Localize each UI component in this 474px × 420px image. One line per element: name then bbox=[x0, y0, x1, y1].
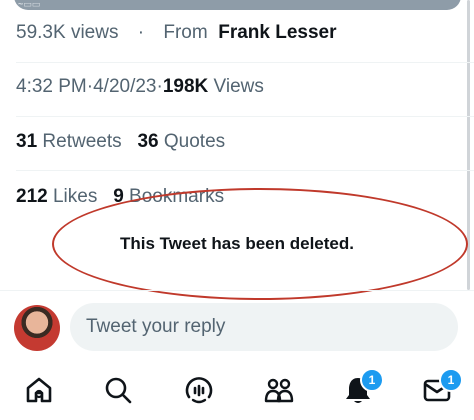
divider bbox=[16, 170, 474, 171]
home-icon bbox=[26, 377, 52, 403]
divider bbox=[16, 116, 474, 117]
total-views-label: Views bbox=[213, 76, 264, 97]
retweets-label: Retweets bbox=[42, 131, 122, 152]
messages-badge: 1 bbox=[439, 368, 463, 392]
spaces-icon bbox=[185, 377, 213, 404]
media-overlay-glyph: ~▭▭ bbox=[18, 0, 41, 9]
views-label: views bbox=[70, 22, 119, 43]
quotes-label: Quotes bbox=[163, 131, 226, 152]
notifications-tab[interactable]: 1 bbox=[342, 368, 384, 406]
likes-count: 212 bbox=[16, 186, 48, 207]
communities-tab[interactable] bbox=[263, 374, 295, 406]
communities-icon bbox=[264, 378, 294, 403]
views-from-row: 59.3K views · From Frank Lesser bbox=[16, 22, 458, 44]
engagement-row: 31 Retweets 36 Quotes bbox=[16, 131, 458, 153]
avatar[interactable] bbox=[14, 305, 60, 351]
views-count: 59.3K bbox=[16, 22, 66, 43]
search-icon bbox=[105, 377, 132, 404]
tweet-media-preview[interactable]: ~▭▭ bbox=[14, 0, 461, 10]
likes-label: Likes bbox=[52, 186, 98, 207]
home-tab[interactable] bbox=[23, 374, 55, 406]
timestamp-row: 4:32 PM·4/20/23·198K Views bbox=[16, 76, 458, 98]
tweet-deleted-message: This Tweet has been deleted. bbox=[120, 234, 354, 253]
spaces-tab[interactable] bbox=[183, 374, 215, 406]
reply-input[interactable] bbox=[70, 303, 458, 351]
likes-link[interactable]: 212 Likes bbox=[16, 186, 103, 207]
divider bbox=[16, 62, 474, 63]
retweets-count: 31 bbox=[16, 131, 38, 152]
bottom-tab-bar: 1 1 bbox=[0, 360, 474, 420]
tweet-date[interactable]: 4/20/23 bbox=[93, 76, 156, 97]
retweets-link[interactable]: 31 Retweets bbox=[16, 131, 127, 152]
separator-dot: · bbox=[137, 22, 145, 43]
from-author-link[interactable]: Frank Lesser bbox=[218, 22, 336, 43]
from-label: From bbox=[163, 22, 208, 43]
quotes-count: 36 bbox=[137, 131, 159, 152]
messages-tab[interactable]: 1 bbox=[421, 368, 463, 406]
search-tab[interactable] bbox=[102, 374, 134, 406]
notifications-badge: 1 bbox=[360, 368, 384, 392]
reply-composer bbox=[0, 290, 474, 361]
quotes-link[interactable]: 36 Quotes bbox=[137, 131, 225, 152]
tweet-time[interactable]: 4:32 PM bbox=[16, 76, 87, 97]
total-views-count: 198K bbox=[162, 76, 209, 97]
